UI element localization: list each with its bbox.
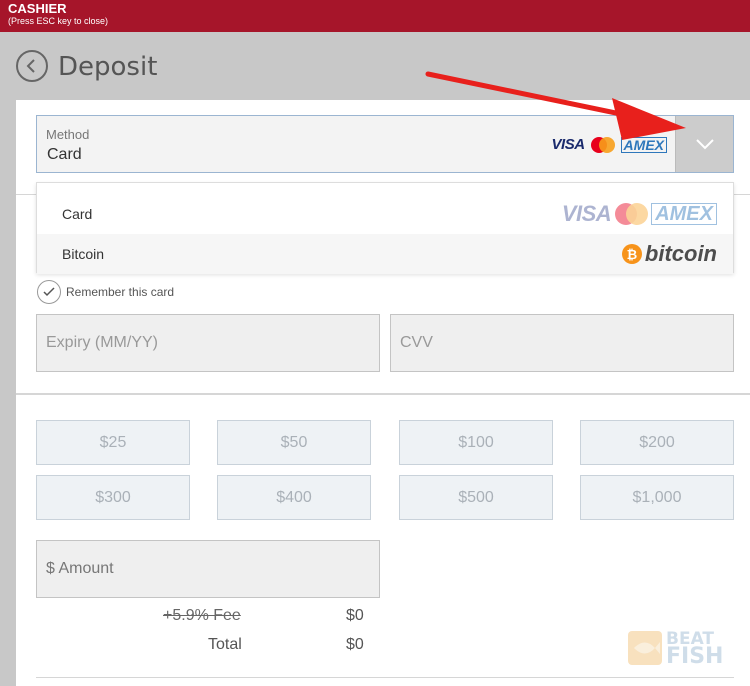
amount-button[interactable]: $500 [399, 475, 553, 520]
check-icon [37, 280, 61, 304]
mastercard-logo [615, 203, 649, 225]
bitcoin-logo: ₿ bitcoin [621, 241, 717, 267]
visa-logo: VISA [551, 136, 586, 153]
dropdown-option-bitcoin[interactable]: Bitcoin ₿ bitcoin [37, 234, 733, 274]
bitcoin-icon: ₿ [621, 244, 642, 264]
mastercard-logo [590, 136, 615, 153]
method-label: Method [46, 127, 90, 142]
total-value: $0 [346, 636, 364, 653]
option-label: Bitcoin [62, 246, 105, 262]
card-logos: VISA AMEX [562, 201, 717, 227]
cashier-topbar: CASHIER (Press ESC key to close) [0, 0, 750, 32]
method-dropdown-menu: Card VISA AMEX Bitcoin ₿ bitcoin [36, 182, 734, 274]
remember-label: Remember this card [66, 285, 175, 299]
deposit-header: Deposit [0, 32, 750, 100]
amount-button[interactable]: $400 [217, 475, 371, 520]
fee-label: +5.9% Fee [163, 607, 241, 624]
cashier-close-hint: (Press ESC key to close) [8, 16, 109, 26]
expiry-field[interactable]: Expiry (MM/YY) [36, 314, 380, 372]
back-button[interactable] [16, 50, 48, 82]
method-select[interactable]: Method Card VISA AMEX [36, 115, 734, 173]
amount-button[interactable]: $200 [580, 420, 734, 465]
chevron-left-icon [26, 59, 35, 73]
divider [16, 393, 750, 395]
watermark-text: BEAT FISH [666, 629, 724, 669]
amex-logo: AMEX [651, 203, 717, 225]
divider [36, 677, 734, 678]
method-value: Card [47, 146, 82, 163]
cashier-title: CASHIER [8, 1, 67, 16]
dropdown-option-card[interactable]: Card VISA AMEX [37, 194, 733, 234]
amex-logo: AMEX [620, 136, 667, 153]
fee-value: $0 [346, 607, 364, 624]
visa-logo: VISA [561, 201, 612, 226]
amount-button[interactable]: $300 [36, 475, 190, 520]
bitcoin-wordmark: bitcoin [644, 241, 717, 266]
cvv-field[interactable]: CVV [390, 314, 734, 372]
card-logos: VISA AMEX [552, 136, 667, 153]
amount-button[interactable]: $25 [36, 420, 190, 465]
method-dropdown-button[interactable] [675, 116, 733, 172]
option-label: Card [62, 206, 93, 222]
amount-field[interactable]: $ Amount [36, 540, 380, 598]
amount-button[interactable]: $50 [217, 420, 371, 465]
page-title: Deposit [58, 52, 158, 82]
amount-button[interactable]: $1,000 [580, 475, 734, 520]
beat-the-fish-watermark: BEAT FISH [628, 629, 724, 669]
remember-card-checkbox[interactable]: Remember this card [37, 280, 174, 304]
amount-button[interactable]: $100 [399, 420, 553, 465]
chevron-down-icon [695, 139, 714, 150]
fish-icon [628, 631, 662, 665]
total-label: Total [208, 636, 242, 653]
